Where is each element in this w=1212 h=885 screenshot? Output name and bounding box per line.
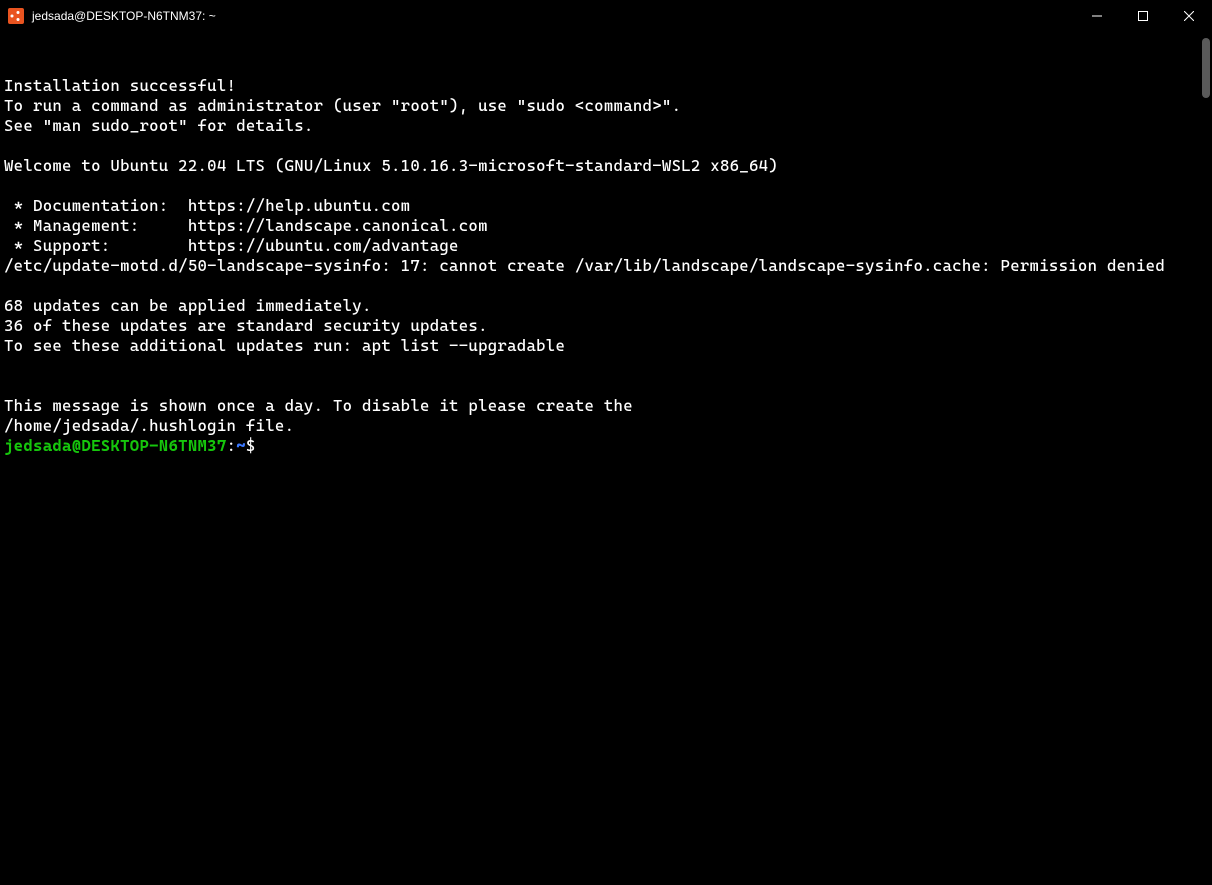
maximize-button[interactable] (1120, 0, 1166, 32)
prompt-user-host: jedsada@DESKTOP-N6TNM37 (4, 436, 227, 455)
terminal-output-line: * Documentation: https://help.ubuntu.com (4, 196, 1208, 216)
terminal-output-line (4, 276, 1208, 296)
window-titlebar: jedsada@DESKTOP-N6TNM37: ~ (0, 0, 1212, 32)
terminal-output-line: Welcome to Ubuntu 22.04 LTS (GNU/Linux 5… (4, 156, 1208, 176)
terminal-output-line: * Support: https://ubuntu.com/advantage (4, 236, 1208, 256)
terminal-output-line: Installation successful! (4, 76, 1208, 96)
terminal-output-line (4, 356, 1208, 376)
terminal-output-line (4, 376, 1208, 396)
prompt-colon: : (227, 436, 237, 455)
terminal-content: Installation successful!To run a command… (4, 36, 1208, 496)
maximize-icon (1138, 11, 1148, 21)
scrollbar-thumb[interactable] (1202, 38, 1210, 98)
terminal-output-line: See "man sudo_root" for details. (4, 116, 1208, 136)
terminal-output-line: This message is shown once a day. To dis… (4, 396, 1208, 416)
ubuntu-icon (8, 8, 24, 24)
prompt-dollar: $ (246, 436, 256, 455)
titlebar-left: jedsada@DESKTOP-N6TNM37: ~ (8, 8, 216, 24)
terminal-body[interactable]: Installation successful!To run a command… (0, 32, 1212, 885)
terminal-output-line: To run a command as administrator (user … (4, 96, 1208, 116)
terminal-output-line: To see these additional updates run: apt… (4, 336, 1208, 356)
prompt-path: ~ (236, 436, 246, 455)
terminal-output-line (4, 136, 1208, 156)
window-controls (1074, 0, 1212, 32)
terminal-output-line: * Management: https://landscape.canonica… (4, 216, 1208, 236)
terminal-output-line (4, 176, 1208, 196)
minimize-icon (1092, 11, 1102, 21)
terminal-output-line: /etc/update-motd.d/50-landscape-sysinfo:… (4, 256, 1208, 276)
window-title: jedsada@DESKTOP-N6TNM37: ~ (32, 9, 216, 23)
terminal-output-line: 36 of these updates are standard securit… (4, 316, 1208, 336)
terminal-prompt-line[interactable]: jedsada@DESKTOP-N6TNM37:~$ (4, 436, 1208, 456)
close-icon (1184, 11, 1194, 21)
minimize-button[interactable] (1074, 0, 1120, 32)
terminal-output-line: /home/jedsada/.hushlogin file. (4, 416, 1208, 436)
terminal-output-line: 68 updates can be applied immediately. (4, 296, 1208, 316)
close-button[interactable] (1166, 0, 1212, 32)
